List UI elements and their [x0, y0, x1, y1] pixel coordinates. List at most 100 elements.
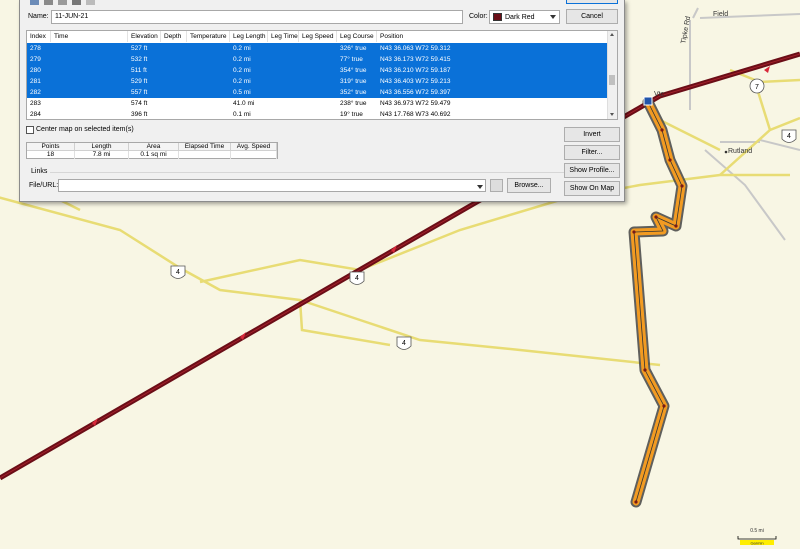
name-input[interactable]: 11-JUN-21	[51, 10, 463, 24]
invert-button[interactable]: Invert	[564, 127, 620, 142]
column-header-temperature[interactable]: Temperature	[187, 31, 230, 42]
column-header-position[interactable]: Position	[377, 31, 609, 42]
scroll-down-icon[interactable]	[610, 113, 614, 116]
table-cell	[268, 54, 299, 65]
table-cell	[299, 43, 337, 54]
column-header-leg-speed[interactable]: Leg Speed	[299, 31, 337, 42]
color-label: Color:	[469, 13, 488, 20]
toolbar-icon[interactable]	[86, 0, 95, 5]
table-cell	[187, 98, 230, 109]
us-shield-icon: 4	[396, 336, 412, 350]
dialog-toolbar	[20, 0, 220, 8]
name-label: Name:	[28, 13, 49, 20]
table-scrollbar[interactable]	[607, 31, 617, 119]
chevron-down-icon	[550, 15, 556, 19]
us-shield-icon: 4	[170, 265, 186, 279]
center-map-checkbox[interactable]	[26, 126, 34, 134]
cancel-button[interactable]: Cancel	[566, 9, 618, 24]
scrollbar-thumb[interactable]	[609, 75, 615, 85]
table-cell: 284	[30, 111, 41, 118]
svg-text:4: 4	[355, 275, 359, 282]
table-cell: 19° true	[340, 111, 363, 118]
column-header-leg-time[interactable]: Leg Time	[268, 31, 299, 42]
table-cell	[51, 43, 128, 54]
table-cell: 280	[30, 67, 41, 74]
table-cell: 0.1 mi	[233, 111, 251, 118]
table-row[interactable]: 284 396 ft 0.1 mi 19° true N43 17.768 W73 40…	[27, 109, 609, 119]
us-shield-icon: 4	[781, 129, 797, 143]
table-cell: 278	[30, 45, 41, 52]
table-cell: 319° true	[340, 78, 367, 85]
browse-button[interactable]: Browse...	[507, 178, 551, 193]
chevron-down-icon[interactable]	[477, 185, 483, 189]
table-row[interactable]: 280 511 ft 0.2 mi 354° true N43 36.210 W72 5…	[27, 65, 609, 76]
waypoint-marker-icon[interactable]	[643, 96, 653, 106]
table-row[interactable]: 281 529 ft 0.2 mi 319° true N43 36.403 W72 5…	[27, 76, 609, 87]
link-go-button[interactable]	[490, 179, 503, 192]
filter-button[interactable]: Filter...	[564, 145, 620, 160]
svg-text:7: 7	[755, 84, 759, 91]
stats-value-elapsed-time	[179, 151, 231, 159]
file-url-label: File/URL:	[29, 182, 59, 189]
column-header-depth[interactable]: Depth	[161, 31, 187, 42]
svg-text:4: 4	[176, 269, 180, 276]
file-url-input[interactable]	[58, 179, 486, 192]
table-cell	[187, 109, 230, 119]
table-cell	[268, 87, 299, 98]
stats-value-points: 18	[27, 151, 75, 159]
svg-text:4: 4	[787, 133, 791, 140]
table-cell: 557 ft	[131, 89, 148, 96]
table-cell	[299, 65, 337, 76]
table-cell: N43 36.173 W72 59.415	[380, 56, 451, 63]
table-cell	[161, 54, 187, 65]
table-row[interactable]: 283 574 ft 41.0 mi 238° true N43 36.973 W72 …	[27, 98, 609, 109]
table-cell: 0.2 mi	[233, 78, 251, 85]
table-cell	[51, 54, 128, 65]
table-cell: N43 36.063 W72 59.312	[380, 45, 451, 52]
show-on-map-button[interactable]: Show On Map	[564, 181, 620, 196]
toolbar-icon[interactable]	[44, 0, 53, 5]
table-cell	[161, 65, 187, 76]
column-header-leg-length[interactable]: Leg Length	[230, 31, 268, 42]
scroll-up-icon[interactable]	[610, 33, 614, 36]
table-cell: 0.5 mi	[233, 89, 251, 96]
map-label-vtc: Vtc	[654, 91, 665, 98]
stats-value-area: 0.1 sq mi	[129, 151, 179, 159]
table-cell: 574 ft	[131, 100, 148, 107]
stats-header-length: Length	[75, 143, 129, 151]
table-cell: 0.2 mi	[233, 56, 251, 63]
table-cell: 529 ft	[131, 78, 148, 85]
town-dot-icon	[724, 150, 728, 154]
table-cell	[187, 43, 230, 54]
map-label-rutland: Rutland	[728, 148, 752, 155]
show-profile-button[interactable]: Show Profile...	[564, 163, 620, 178]
svg-text:Garmin: Garmin	[750, 541, 763, 546]
table-cell	[268, 65, 299, 76]
table-cell	[51, 98, 128, 109]
column-header-index[interactable]: Index	[27, 31, 51, 42]
table-cell	[299, 109, 337, 119]
ok-button[interactable]: OK	[566, 0, 618, 4]
table-row[interactable]: 279 532 ft 0.2 mi 77° true N43 36.173 W72 59…	[27, 54, 609, 65]
color-select[interactable]: Dark Red	[489, 10, 560, 24]
toolbar-icon[interactable]	[72, 0, 81, 5]
column-header-elevation[interactable]: Elevation	[128, 31, 161, 42]
column-header-time[interactable]: Time	[51, 31, 128, 42]
table-cell: 279	[30, 56, 41, 63]
table-cell: 0.2 mi	[233, 45, 251, 52]
table-row[interactable]: 278 527 ft 0.2 mi 326° true N43 36.063 W72 5…	[27, 43, 609, 54]
table-row[interactable]: 282 557 ft 0.5 mi 352° true N43 36.556 W72 5…	[27, 87, 609, 98]
table-cell: 326° true	[340, 45, 367, 52]
table-cell: 396 ft	[131, 111, 148, 118]
table-cell	[268, 109, 299, 119]
table-cell	[161, 109, 187, 119]
toolbar-icon[interactable]	[30, 0, 39, 5]
links-group-label: Links	[31, 168, 48, 175]
track-points-table[interactable]: Index Time Elevation Depth Temperature L…	[26, 30, 618, 120]
table-cell	[187, 87, 230, 98]
table-cell	[299, 54, 337, 65]
color-select-value: Dark Red	[505, 14, 535, 21]
column-header-leg-course[interactable]: Leg Course	[337, 31, 377, 42]
table-cell	[161, 98, 187, 109]
toolbar-icon[interactable]	[58, 0, 67, 5]
